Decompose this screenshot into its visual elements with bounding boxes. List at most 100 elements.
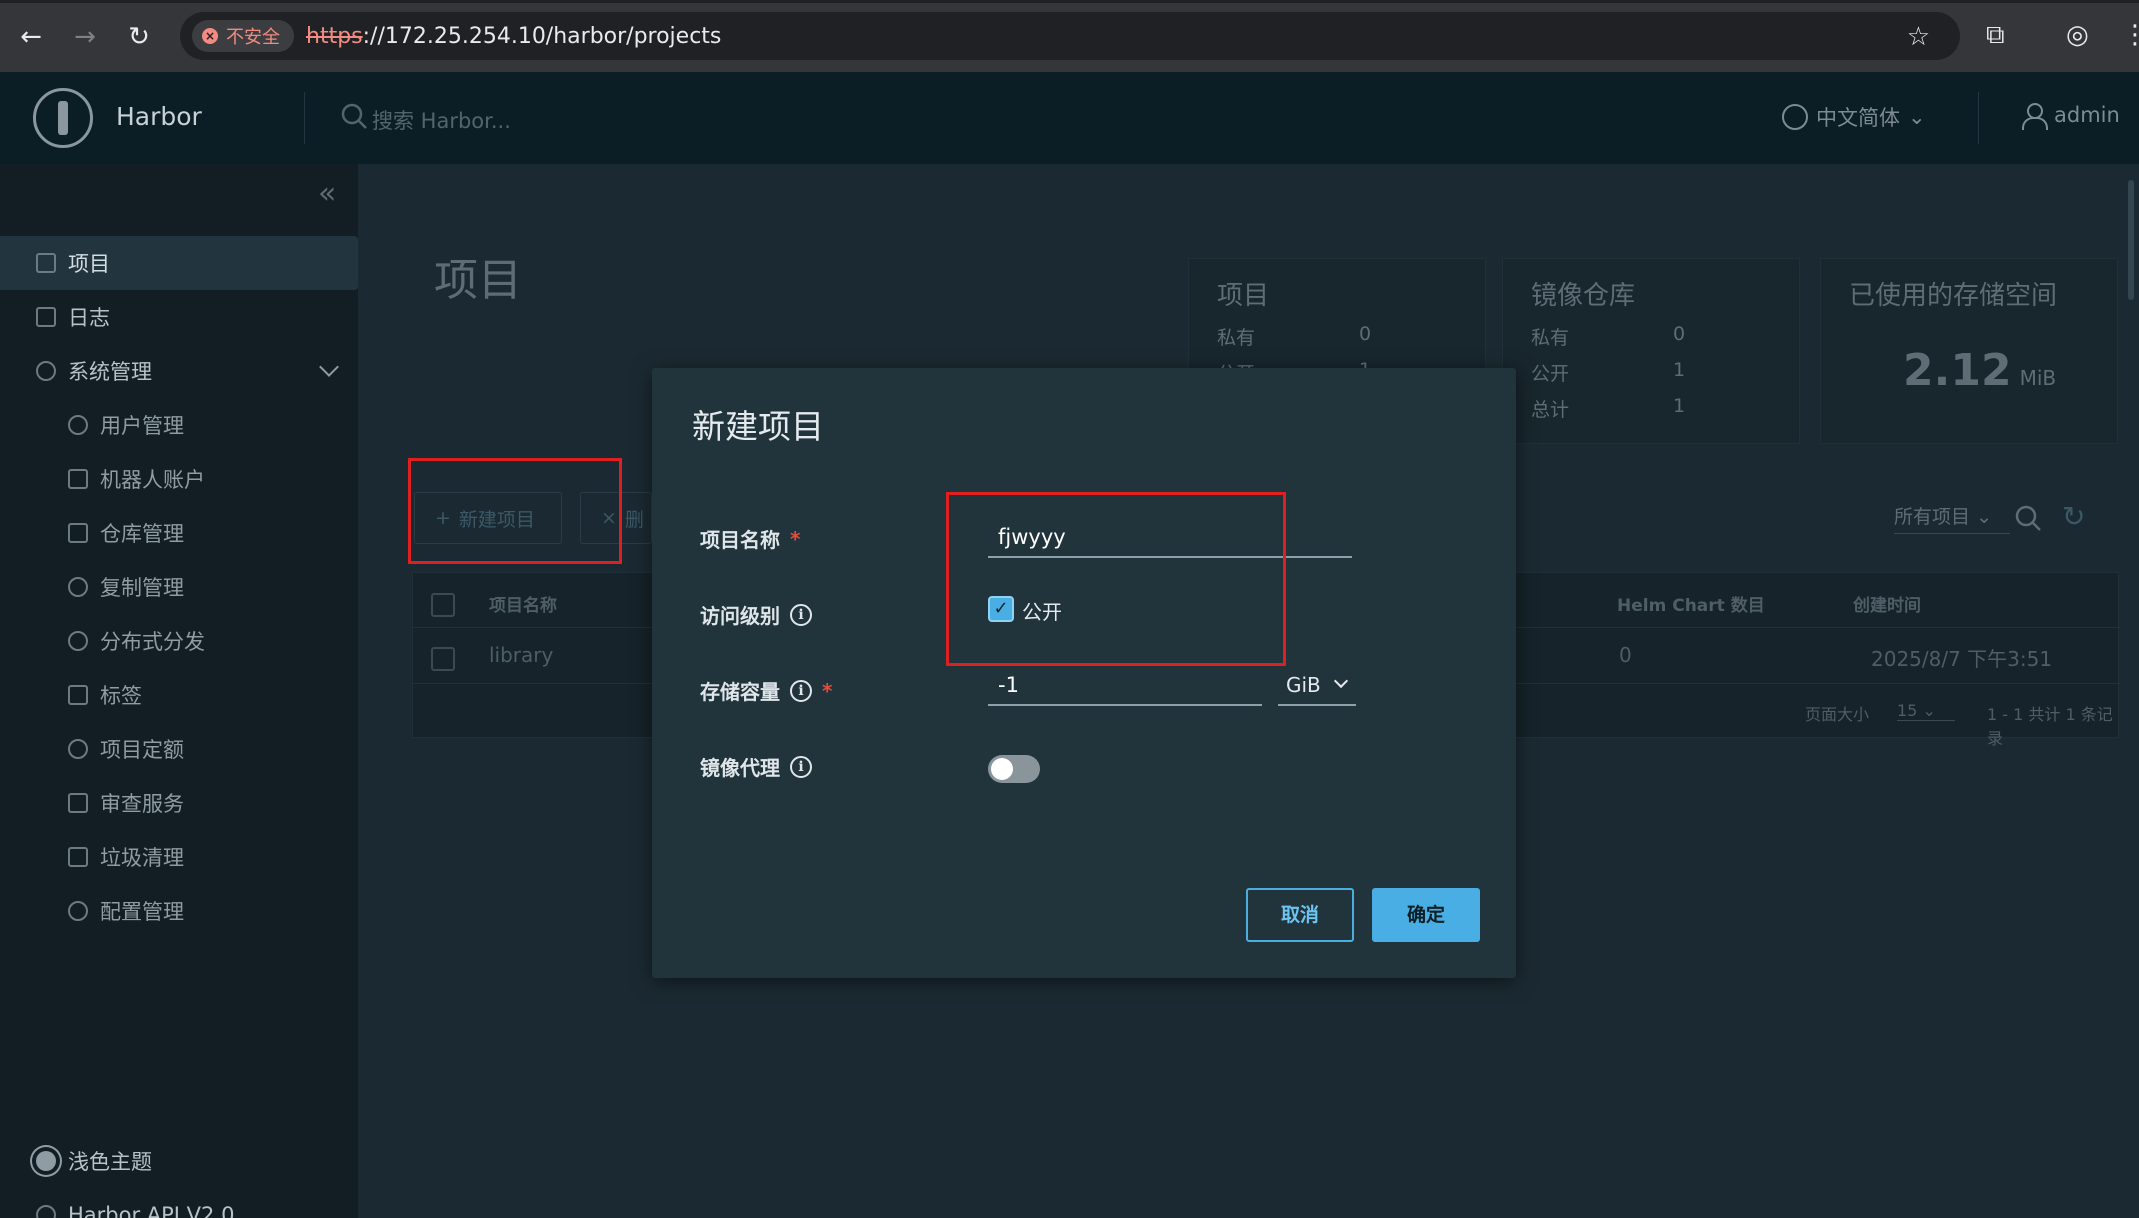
forward-icon[interactable]: → — [70, 22, 100, 52]
page-size-label: 页面大小 — [1805, 705, 1870, 724]
sidebar-item-replication[interactable]: 复制管理 — [0, 560, 358, 614]
required-marker: * — [822, 678, 833, 703]
pagination-summary: 1 - 1 共计 1 条记录 — [1987, 705, 2113, 748]
sidebar-item-label: 日志 — [68, 306, 110, 330]
sidebar-item-users[interactable]: 用户管理 — [0, 398, 358, 452]
sidebar-item-labels[interactable]: 标签 — [0, 668, 358, 722]
reload-icon[interactable]: ↻ — [124, 22, 154, 52]
row-checkbox[interactable] — [431, 647, 455, 671]
info-icon[interactable]: i — [790, 603, 812, 626]
api-label: Harbor API V2.0 — [68, 1203, 235, 1218]
theme-toggle[interactable]: 浅色主题 — [0, 1134, 358, 1188]
sidebar-item-distribution[interactable]: 分布式分发 — [0, 614, 358, 668]
storage-unit-select[interactable]: GiB — [1278, 666, 1356, 706]
sidebar-item-quotas[interactable]: 项目定额 — [0, 722, 358, 776]
url-text[interactable]: https://172.25.254.10/harbor/projects — [306, 24, 721, 49]
search-input[interactable]: 搜索 Harbor... — [372, 105, 511, 135]
filter-label: 所有项目 — [1894, 506, 1971, 528]
search-icon — [341, 103, 367, 129]
bookmark-star-icon[interactable]: ☆ — [1907, 22, 1930, 52]
access-level-label: 访问级别 i — [700, 600, 812, 629]
select-all-checkbox[interactable] — [431, 593, 455, 617]
back-icon[interactable]: ← — [16, 22, 46, 52]
api-icon — [36, 1205, 56, 1218]
logs-icon — [36, 307, 56, 327]
user-icon — [2020, 102, 2048, 130]
card-row-value: 1 — [1673, 395, 1686, 417]
collapse-sidebar-icon[interactable]: « — [318, 176, 336, 211]
column-header-created[interactable]: 创建时间 — [1853, 591, 1921, 616]
sidebar-item-label: 机器人账户 — [100, 468, 205, 492]
user-menu[interactable]: admin — [2020, 102, 2120, 130]
chevron-down-icon: ⌄ — [1908, 105, 1926, 129]
gear-icon — [68, 901, 88, 921]
highlight-box — [408, 458, 622, 564]
sidebar-item-label: 垃圾清理 — [100, 846, 184, 870]
tab-strip — [0, 0, 2139, 3]
storage-quota-input[interactable]: -1 — [988, 666, 1262, 706]
language-selector[interactable]: 中文简体 ⌄ — [1782, 102, 1926, 132]
globe-icon — [1782, 104, 1808, 130]
sidebar-item-label: 复制管理 — [100, 576, 184, 600]
sidebar-item-projects[interactable]: 项目 — [0, 236, 358, 290]
scrollbar[interactable] — [2128, 180, 2134, 300]
security-chip[interactable]: × 不安全 — [192, 20, 294, 52]
card-row-label: 私有 — [1531, 327, 1570, 349]
api-link[interactable]: Harbor API V2.0 — [0, 1188, 358, 1218]
robot-icon — [68, 469, 88, 489]
header-divider — [304, 92, 305, 144]
column-header-name[interactable]: 项目名称 — [489, 591, 557, 616]
app-title[interactable]: Harbor — [116, 102, 202, 131]
refresh-icon[interactable]: ↻ — [2062, 500, 2085, 533]
card-row-label: 公开 — [1531, 363, 1570, 385]
registry-icon — [68, 523, 88, 543]
info-icon[interactable]: i — [790, 755, 812, 778]
sidebar-item-scanners[interactable]: 审查服务 — [0, 776, 358, 830]
extensions-icon[interactable]: ⧉ — [1986, 20, 2005, 51]
page-size-select[interactable]: 15 ⌄ — [1897, 701, 1955, 721]
browser-toolbar: ← → ↻ × 不安全 https://172.25.254.10/harbor… — [0, 0, 2139, 72]
repos-summary-card: 镜像仓库 私有 0 公开 1 总计 1 — [1502, 258, 1800, 444]
sidebar-item-admin[interactable]: 系统管理 — [0, 344, 358, 398]
column-header-helm[interactable]: Helm Chart 数目 — [1617, 591, 1765, 616]
card-row-value: 0 — [1359, 323, 1372, 345]
sidebar-item-config[interactable]: 配置管理 — [0, 884, 358, 938]
page-size-value: 15 — [1897, 701, 1918, 720]
highlight-box — [946, 492, 1286, 666]
confirm-button[interactable]: 确定 — [1372, 888, 1480, 942]
new-project-dialog: 新建项目 项目名称 * fjwyyy 访问级别 i ✓ 公开 存储容量 i * … — [652, 368, 1516, 978]
storage-quota-label: 存储容量 i * — [700, 676, 832, 705]
info-icon[interactable]: i — [790, 679, 812, 702]
address-bar[interactable]: × 不安全 https://172.25.254.10/harbor/proje… — [180, 12, 1960, 60]
sidebar-item-label: 仓库管理 — [100, 522, 184, 546]
storage-value: 2.12 MiB — [1903, 345, 2056, 396]
card-title: 镜像仓库 — [1531, 281, 1636, 311]
creation-time: 2025/8/7 下午3:51 — [1871, 647, 2053, 671]
page-title: 项目 — [434, 255, 522, 306]
profile-icon[interactable]: ◎ — [2066, 20, 2089, 50]
sidebar: « 项目 日志 系统管理 用户管理 机器人账户 仓库管理 复制管理 分布式分发 … — [0, 164, 358, 1218]
menu-icon[interactable]: ⋮ — [2122, 20, 2139, 50]
delete-label: 删 — [624, 508, 644, 531]
chevron-down-icon: ⌄ — [1922, 701, 1936, 720]
shield-icon — [68, 793, 88, 813]
sidebar-item-robots[interactable]: 机器人账户 — [0, 452, 358, 506]
sidebar-item-gc[interactable]: 垃圾清理 — [0, 830, 358, 884]
project-name-link[interactable]: library — [489, 643, 553, 667]
card-title: 已使用的存储空间 — [1849, 281, 2058, 311]
search-icon[interactable] — [2014, 504, 2042, 532]
sidebar-item-registries[interactable]: 仓库管理 — [0, 506, 358, 560]
cancel-button[interactable]: 取消 — [1246, 888, 1354, 942]
sidebar-item-label: 分布式分发 — [100, 630, 205, 654]
chevron-down-icon — [1333, 673, 1349, 689]
sidebar-item-logs[interactable]: 日志 — [0, 290, 358, 344]
card-row-label: 私有 — [1217, 327, 1256, 349]
card-row-label: 总计 — [1531, 399, 1570, 421]
harbor-logo-icon[interactable] — [33, 88, 93, 148]
language-label: 中文简体 — [1816, 106, 1900, 130]
security-label: 不安全 — [226, 27, 280, 48]
projects-icon — [36, 253, 56, 273]
project-filter-select[interactable]: 所有项目 ⌄ — [1894, 502, 2010, 534]
proxy-cache-toggle[interactable] — [988, 755, 1040, 783]
field-label: 访问级别 — [700, 604, 780, 628]
